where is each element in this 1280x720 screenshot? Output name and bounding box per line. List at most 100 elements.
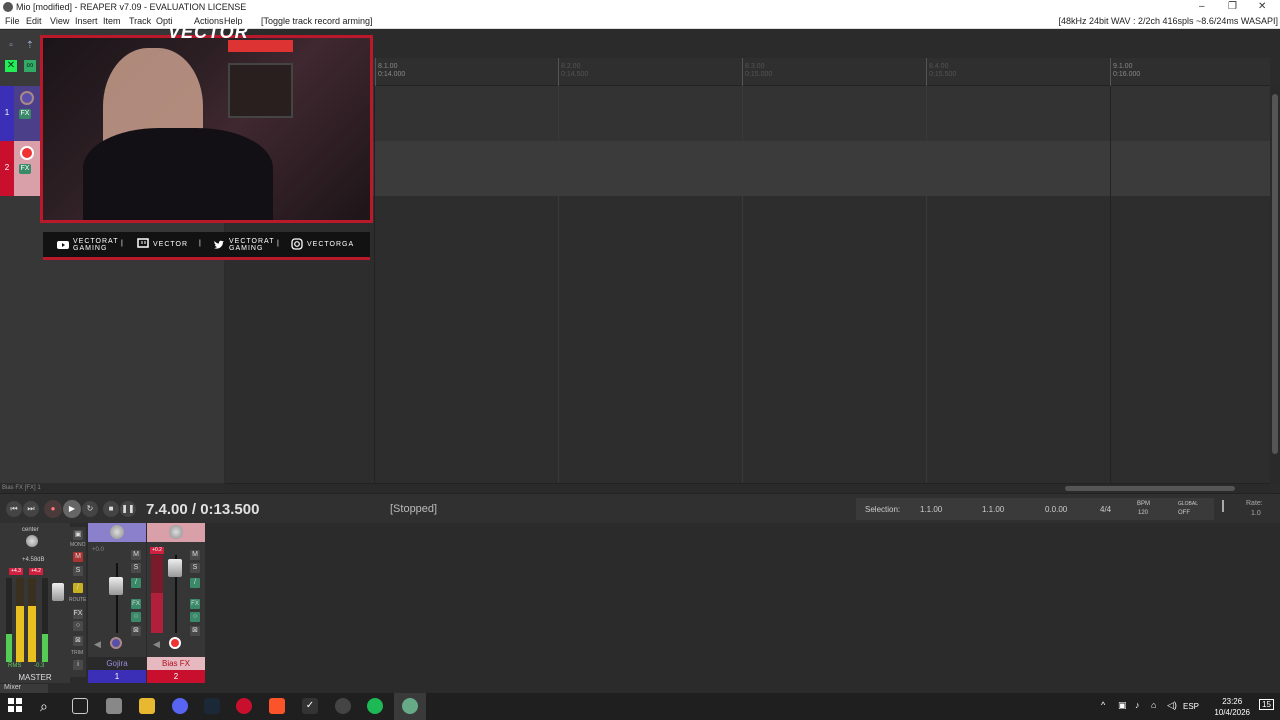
time-display[interactable]: 7.4.00 / 0:13.500 (146, 501, 259, 518)
mixer-strip-gojira[interactable]: +0.0 M S / FX ○ ⊠ ◀ Gojira 1 (88, 523, 146, 683)
audio-device-status[interactable]: [48kHz 24bit WAV : 2/2ch 416spls ~8.6/24… (1058, 16, 1278, 26)
master-solo-button[interactable]: S (73, 566, 83, 576)
record-arm-button[interactable] (169, 637, 181, 649)
go-to-start-button[interactable]: ⏮ (6, 501, 22, 517)
strip-name[interactable]: Bias FX (147, 657, 205, 670)
fx-button[interactable]: FX (19, 164, 31, 174)
fx-enable-icon[interactable]: ○ (190, 612, 200, 622)
maximize-button[interactable]: ❐ (1228, 1, 1237, 12)
obs-icon[interactable] (335, 698, 351, 714)
fx-enable-icon[interactable]: ○ (131, 612, 141, 622)
tray-chevron-icon[interactable]: ^ (1101, 700, 1105, 710)
selection-end[interactable]: 1.1.00 (982, 505, 1004, 514)
search-icon[interactable]: ⌕ (40, 698, 56, 714)
previous-button[interactable]: ⏭ (23, 501, 39, 517)
master-route-icon[interactable]: / (73, 583, 83, 593)
app-icon[interactable]: ✓ (302, 698, 318, 714)
reaper-taskbar-button[interactable] (394, 693, 426, 720)
volume-icon[interactable]: ◁) (1167, 700, 1177, 711)
link-icon[interactable]: ∞ (24, 60, 36, 72)
network-icon[interactable]: ⌂ (1151, 700, 1156, 710)
minimize-button[interactable]: – (1199, 1, 1205, 12)
solo-button[interactable]: S (190, 563, 200, 573)
strip-name[interactable]: Gojira (88, 657, 146, 670)
mono-label: MONO (70, 542, 86, 548)
solo-button[interactable]: S (131, 563, 141, 573)
playrate-slider[interactable] (1222, 500, 1224, 512)
play-button[interactable]: ▶ (63, 500, 81, 518)
mixer-docker-tab[interactable]: Mixer (0, 684, 48, 693)
timeline-ruler[interactable]: 8.1.00 0:14.000 8.2.00 0:14.500 8.3.00 0:15… (225, 58, 1270, 86)
strip-number: 1 (88, 670, 146, 683)
track-lane-2[interactable] (225, 141, 1270, 196)
menu-item[interactable]: Item (103, 16, 121, 26)
master-fx-button[interactable]: FX (73, 609, 83, 619)
scroll-thumb[interactable] (1065, 486, 1235, 491)
master-mute-button[interactable]: M (73, 552, 83, 562)
opera-icon[interactable] (236, 698, 252, 714)
master-pan-knob[interactable] (26, 535, 38, 547)
tray-app-icon[interactable]: ▣ (1118, 700, 1127, 711)
envelope-icon[interactable]: ✕ (5, 60, 17, 72)
global-state[interactable]: OFF (1178, 510, 1190, 516)
stop-button[interactable]: ■ (103, 501, 119, 517)
record-button[interactable]: ● (44, 500, 62, 518)
vertical-scrollbar[interactable] (1270, 86, 1280, 483)
horizontal-scrollbar[interactable] (225, 483, 1270, 493)
master-mono-icon[interactable]: ▣ (73, 530, 83, 540)
menu-track[interactable]: Track (129, 16, 151, 26)
time-signature[interactable]: 4/4 (1100, 505, 1111, 514)
menu-file[interactable]: File (5, 16, 20, 26)
discord-icon[interactable] (172, 698, 188, 714)
speaker-icon[interactable]: ◀ (94, 639, 101, 650)
notification-badge[interactable]: 15 (1259, 699, 1274, 710)
io-icon[interactable]: ⊠ (131, 626, 141, 636)
pan-knob[interactable] (110, 525, 124, 539)
upload-icon[interactable]: ⇡ (24, 40, 36, 52)
selection-length[interactable]: 0.0.00 (1045, 505, 1067, 514)
mute-button[interactable]: M (190, 550, 200, 560)
master-info-icon[interactable]: i (73, 660, 83, 670)
arrange-view[interactable] (225, 86, 1270, 483)
route-icon[interactable]: / (190, 578, 200, 588)
route-icon[interactable]: / (131, 578, 141, 588)
master-trim-icon[interactable]: ⊠ (73, 636, 83, 646)
new-file-icon[interactable]: ▫ (5, 40, 17, 52)
fx-button[interactable]: FX (190, 599, 200, 609)
record-arm-button[interactable] (20, 146, 34, 160)
pan-knob[interactable] (169, 525, 183, 539)
speaker-icon[interactable]: ◀ (153, 639, 160, 650)
brave-icon[interactable] (269, 698, 285, 714)
master-fader[interactable] (52, 583, 64, 601)
mixer-strip-bias-fx[interactable]: +0.2 M S / FX ○ ⊠ ◀ Bias FX 2 (147, 523, 205, 683)
selection-start[interactable]: 1.1.00 (920, 505, 942, 514)
menu-insert[interactable]: Insert (75, 16, 98, 26)
start-icon[interactable] (8, 698, 24, 714)
repeat-button[interactable]: ↻ (82, 501, 98, 517)
spotify-icon[interactable] (367, 698, 383, 714)
volume-fader[interactable] (168, 559, 182, 577)
microphone-icon[interactable]: ♪ (1135, 700, 1140, 710)
rate-value[interactable]: 1.0 (1251, 510, 1261, 517)
app-icon[interactable] (106, 698, 122, 714)
menu-view[interactable]: View (50, 16, 69, 26)
track-lane-1[interactable] (225, 86, 1270, 141)
task-view-icon[interactable] (72, 698, 88, 714)
record-arm-button[interactable] (110, 637, 122, 649)
record-arm-button[interactable] (20, 91, 34, 105)
language-indicator[interactable]: ESP (1183, 702, 1199, 711)
clock[interactable]: 23:26 10/4/2026 (1214, 696, 1250, 718)
close-button[interactable]: ✕ (1258, 1, 1266, 12)
pause-button[interactable]: ❚❚ (120, 501, 136, 517)
file-explorer-icon[interactable] (139, 698, 155, 714)
master-fx-bypass[interactable]: ○ (73, 621, 83, 631)
fx-button[interactable]: FX (19, 109, 31, 119)
bpm-value[interactable]: 120 (1138, 510, 1148, 516)
mute-button[interactable]: M (131, 550, 141, 560)
steam-icon[interactable] (204, 698, 220, 714)
fx-button[interactable]: FX (131, 599, 141, 609)
io-icon[interactable]: ⊠ (190, 626, 200, 636)
menu-edit[interactable]: Edit (26, 16, 42, 26)
volume-fader[interactable] (109, 577, 123, 595)
scroll-thumb[interactable] (1272, 94, 1278, 454)
